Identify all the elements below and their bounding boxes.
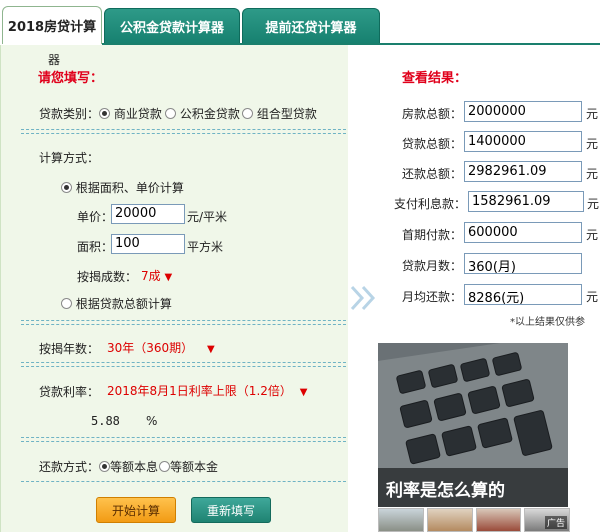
radio-icon[interactable] — [99, 108, 110, 119]
option-label: 商业贷款 — [113, 107, 162, 121]
rate-percent-input[interactable]: 5.88 — [91, 414, 120, 428]
divider — [21, 133, 346, 134]
divider — [21, 129, 346, 130]
radio-icon[interactable] — [159, 461, 170, 472]
unit-price-input[interactable]: 20000 — [111, 204, 185, 224]
radio-icon[interactable] — [165, 108, 176, 119]
option-label: 公积金贷款 — [179, 107, 240, 121]
tab-label: 2018房贷计算 — [7, 20, 97, 35]
loan-type-combined[interactable]: 组合型贷款 — [242, 105, 317, 122]
rate-select[interactable]: 2018年8月1日利率上限（1.2倍） ▼ — [107, 382, 307, 399]
thumbnail-ad-image[interactable]: 广告 — [524, 508, 570, 532]
input-heading: 请您填写： — [38, 71, 104, 86]
disclaimer-note: *以上结果仅供参 — [510, 317, 585, 328]
rate-label: 贷款利率： — [39, 385, 100, 399]
mortgage-ratio-select[interactable]: 7成 ▼ — [141, 267, 172, 284]
house-total-field[interactable]: 2000000 — [464, 101, 582, 122]
tab-2018-mortgage[interactable]: 2018房贷计算 — [2, 6, 102, 44]
select-value: 30年（360期） — [107, 341, 194, 355]
thumbnail-person-image[interactable] — [426, 508, 473, 532]
ad-banner[interactable]: 利率是怎么算的 — [378, 343, 568, 507]
select-value: 2018年8月1日利率上限（1.2倍） — [107, 384, 292, 398]
radio-icon[interactable] — [99, 461, 110, 472]
years-label: 按揭年数： — [39, 342, 100, 356]
loan-type-fund[interactable]: 公积金贷款 — [165, 105, 240, 122]
monthly-payment-field[interactable]: 8286(元) — [464, 284, 582, 306]
result-unit: 元 — [586, 107, 599, 121]
divider — [21, 320, 346, 321]
tab-bar: 2018房贷计算 公积金贷款计算器 提前还贷计算器 — [0, 0, 600, 45]
option-label: 根据面积、单价计算 — [75, 181, 184, 195]
option-label: 等额本金 — [170, 460, 219, 474]
tab-housing-fund-calculator[interactable]: 公积金贷款计算器 — [104, 8, 240, 44]
loan-total-field[interactable]: 1400000 — [464, 131, 582, 152]
ad-thumbnail-strip: 广告 — [378, 508, 570, 532]
years-select[interactable]: 30年（360期） ▼ — [107, 339, 215, 356]
calc-by-total-option[interactable]: 根据贷款总额计算 — [61, 295, 172, 312]
option-label: 组合型贷款 — [256, 107, 317, 121]
result-label: 支付利息款： — [393, 197, 466, 211]
result-unit: 元 — [587, 197, 600, 211]
dropdown-arrow-icon: ▼ — [207, 344, 215, 355]
divider — [21, 366, 346, 367]
repay-equal-installment[interactable]: 等额本息 — [99, 458, 158, 475]
area-unit: 平方米 — [187, 240, 224, 254]
repay-total-field[interactable]: 2982961.09 — [464, 161, 582, 182]
ad-caption: 利率是怎么算的 — [386, 481, 505, 501]
tab-prepayment-calculator[interactable]: 提前还贷计算器 — [242, 8, 380, 44]
middle-gutter — [348, 45, 380, 532]
start-calculation-button[interactable]: 开始计算 — [96, 497, 176, 523]
calc-by-area-option[interactable]: 根据面积、单价计算 — [61, 179, 184, 196]
months-field[interactable]: 360(月) — [464, 253, 582, 275]
result-label: 房款总额： — [401, 107, 462, 121]
result-label: 贷款月数： — [401, 259, 462, 273]
unit-price-unit: 元/平米 — [187, 210, 228, 224]
result-label: 贷款总额： — [401, 137, 462, 151]
result-unit: 元 — [586, 228, 599, 242]
reset-button[interactable]: 重新填写 — [191, 497, 271, 523]
tab-label: 公积金贷款计算器 — [119, 21, 224, 36]
interest-field[interactable]: 1582961.09 — [468, 191, 584, 212]
ad-badge: 广告 — [544, 516, 567, 529]
calc-method-label: 计算方式： — [39, 151, 100, 165]
repay-label: 还款方式： — [39, 460, 100, 474]
divider — [21, 441, 346, 442]
area-input[interactable]: 100 — [111, 234, 185, 254]
mortgage-ratio-label: 按揭成数： — [77, 270, 138, 284]
result-unit: 元 — [586, 137, 599, 151]
option-label: 根据贷款总额计算 — [75, 297, 172, 311]
repay-equal-principal[interactable]: 等额本金 — [159, 458, 218, 475]
result-unit: 元 — [586, 167, 599, 181]
result-unit: 元 — [586, 290, 599, 304]
result-label: 月均还款： — [401, 290, 462, 304]
stray-text: 器 — [48, 53, 61, 67]
result-label: 首期付款： — [401, 228, 462, 242]
dropdown-arrow-icon: ▼ — [164, 272, 173, 283]
unit-price-label: 单价： — [77, 210, 114, 224]
results-heading: 查看结果： — [402, 71, 468, 86]
tab-label: 提前还贷计算器 — [265, 21, 357, 36]
radio-icon[interactable] — [61, 298, 72, 309]
divider — [21, 437, 346, 438]
loan-type-commercial[interactable]: 商业贷款 — [99, 105, 162, 122]
rate-percent-unit: % — [146, 414, 158, 428]
radio-icon[interactable] — [242, 108, 253, 119]
input-panel: 器 请您填写： 贷款类别： 商业贷款 公积金贷款 组合型贷款 计算方式： 根据面… — [0, 45, 348, 532]
radio-icon[interactable] — [61, 182, 72, 193]
select-value: 7成 — [141, 269, 161, 283]
dropdown-arrow-icon: ▼ — [299, 387, 308, 398]
divider — [21, 324, 346, 325]
thumbnail-house-image[interactable] — [378, 508, 424, 532]
area-label: 面积： — [77, 240, 114, 254]
option-label: 等额本息 — [110, 460, 159, 474]
divider — [21, 481, 346, 482]
result-label: 还款总额： — [401, 167, 462, 181]
thumbnail-room-image[interactable] — [475, 508, 522, 532]
divider — [21, 362, 346, 363]
loan-type-label: 贷款类别： — [39, 107, 100, 121]
double-chevron-right-icon — [350, 285, 376, 311]
down-payment-field[interactable]: 600000 — [464, 222, 582, 243]
